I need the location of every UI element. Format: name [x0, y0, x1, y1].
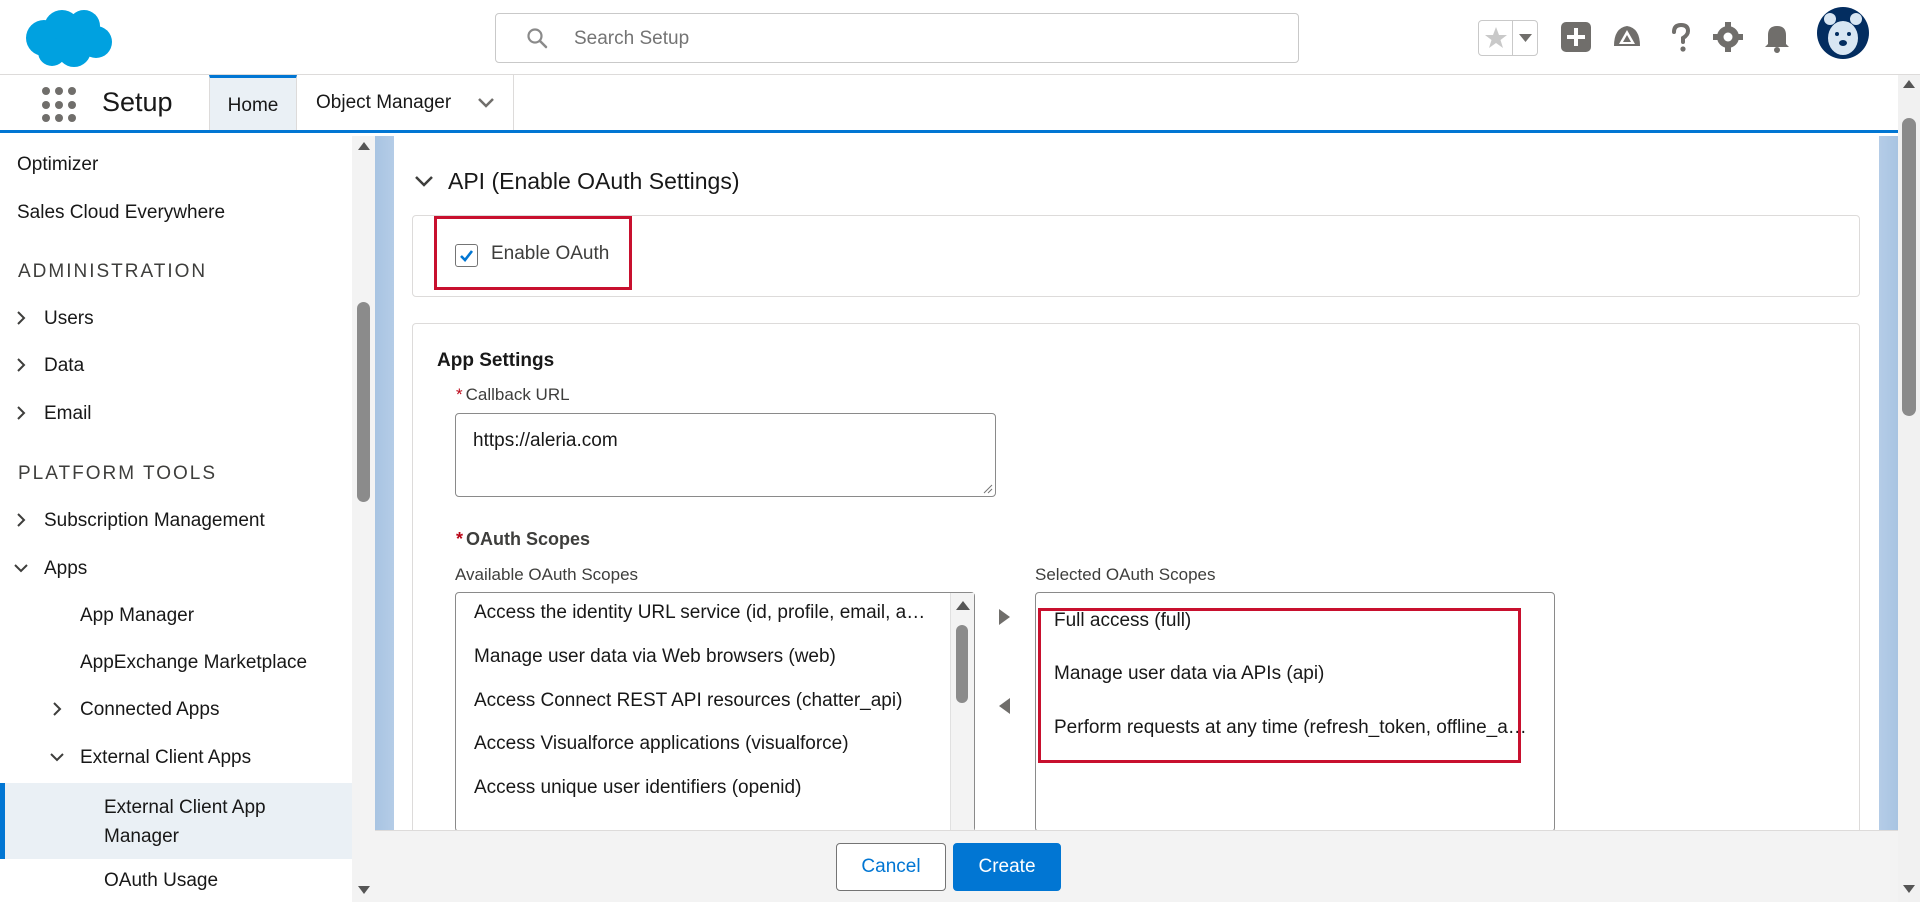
scrollbar-thumb[interactable] [357, 302, 370, 502]
favorites-button-group [1478, 20, 1538, 56]
search-icon [527, 28, 548, 49]
chevron-right-icon[interactable] [14, 358, 28, 372]
list-item[interactable]: Access Visualforce applications (visualf… [474, 733, 934, 755]
enable-oauth-checkbox[interactable] [455, 244, 478, 267]
selected-scopes-label: Selected OAuth Scopes [1035, 565, 1216, 584]
section-administration: ADMINISTRATION [18, 261, 208, 282]
sidebar-scrollbar[interactable] [352, 136, 375, 902]
checkmark-icon [460, 250, 474, 262]
chevron-down-icon[interactable] [477, 97, 495, 109]
required-asterisk: * [456, 385, 463, 404]
scroll-down-arrow-icon[interactable] [1903, 885, 1915, 893]
resize-grip-icon[interactable] [983, 484, 993, 494]
available-scopes-listbox[interactable]: Access the identity URL service (id, pro… [455, 592, 975, 832]
app-launcher-icon[interactable] [42, 87, 78, 123]
user-avatar[interactable] [1816, 6, 1870, 60]
page-scrollbar[interactable] [1898, 75, 1920, 902]
notification-bell-icon[interactable] [1760, 20, 1794, 54]
list-item[interactable]: Access the identity URL service (id, pro… [474, 602, 934, 624]
scroll-up-arrow-icon[interactable] [956, 601, 970, 610]
list-item[interactable]: Access unique user identifiers (openid) [474, 777, 934, 799]
chevron-down-icon[interactable] [14, 561, 28, 575]
gear-icon[interactable] [1711, 20, 1745, 54]
trailhead-icon[interactable] [1610, 20, 1644, 54]
required-asterisk: * [456, 529, 464, 549]
chevron-down-icon[interactable] [50, 750, 64, 764]
sidebar-item-users[interactable]: Users [44, 308, 375, 330]
app-settings-heading: App Settings [437, 350, 555, 371]
sidebar-item-data[interactable]: Data [44, 355, 375, 377]
setup-sidebar: Optimizer Sales Cloud Everywhere ADMINIS… [0, 136, 375, 902]
tab-home[interactable]: Home [209, 75, 297, 130]
search-placeholder: Search Setup [574, 28, 690, 49]
app-name: Setup [102, 87, 173, 117]
sidebar-item-connected-apps[interactable]: Connected Apps [80, 699, 375, 721]
chevron-down-icon[interactable] [1519, 33, 1532, 43]
section-title: API (Enable OAuth Settings) [448, 168, 740, 194]
footer-bar [375, 830, 1898, 902]
callback-url-label: * Callback URL [456, 385, 570, 404]
scrollbar-thumb[interactable] [1902, 118, 1916, 416]
sidebar-item-optimizer[interactable]: Optimizer [17, 154, 369, 176]
scroll-up-arrow-icon[interactable] [358, 142, 370, 150]
sidebar-item-external-client-app-manager[interactable]: External Client App Manager [104, 793, 304, 851]
global-header: Search Setup [0, 0, 1920, 75]
scroll-down-arrow-icon[interactable] [358, 886, 370, 894]
move-right-arrow-icon[interactable] [999, 609, 1010, 625]
enable-oauth-label[interactable]: Enable OAuth [491, 243, 609, 265]
sidebar-item-app-manager[interactable]: App Manager [80, 605, 375, 627]
oauth-scopes-label: * OAuth Scopes [456, 529, 591, 549]
search-setup-input[interactable]: Search Setup [495, 13, 1299, 63]
star-icon[interactable] [1483, 25, 1509, 51]
chevron-right-icon[interactable] [14, 311, 28, 325]
tab-object-manager[interactable]: Object Manager [298, 75, 514, 130]
create-button[interactable]: Create [953, 843, 1061, 891]
context-nav-bar: Setup Home Object Manager [0, 75, 1898, 133]
sidebar-item-appexchange-marketplace[interactable]: AppExchange Marketplace [80, 652, 375, 674]
list-item[interactable]: Access Connect REST API resources (chatt… [474, 690, 934, 712]
cancel-button[interactable]: Cancel [836, 843, 946, 891]
sidebar-item-subscription-management[interactable]: Subscription Management [44, 510, 375, 532]
sidebar-item-external-client-apps[interactable]: External Client Apps [80, 747, 375, 769]
section-platform-tools: PLATFORM TOOLS [18, 463, 218, 484]
scrollbar-thumb[interactable] [956, 625, 968, 703]
move-left-arrow-icon[interactable] [999, 698, 1010, 714]
scroll-up-arrow-icon[interactable] [1903, 80, 1915, 88]
add-icon[interactable] [1559, 20, 1593, 54]
chevron-right-icon[interactable] [14, 513, 28, 527]
sidebar-item-apps[interactable]: Apps [44, 558, 375, 580]
help-icon[interactable] [1664, 20, 1698, 54]
list-item[interactable]: Manage user data via Web browsers (web) [474, 646, 934, 668]
tab-object-manager-label: Object Manager [316, 92, 452, 113]
callback-url-value: https://aleria.com [473, 430, 618, 451]
sidebar-item-sales-cloud-everywhere[interactable]: Sales Cloud Everywhere [17, 202, 369, 224]
chevron-right-icon[interactable] [14, 406, 28, 420]
sidebar-item-email[interactable]: Email [44, 403, 375, 425]
chevron-right-icon[interactable] [50, 702, 64, 716]
highlight-box [1038, 608, 1521, 763]
salesforce-logo[interactable] [22, 8, 114, 70]
listbox-scrollbar[interactable] [950, 593, 974, 833]
divider [1512, 21, 1513, 55]
chevron-down-icon[interactable] [414, 174, 434, 188]
sidebar-item-oauth-usage[interactable]: OAuth Usage [104, 870, 375, 892]
available-scopes-label: Available OAuth Scopes [455, 565, 639, 584]
callback-url-textarea[interactable]: https://aleria.com [455, 413, 996, 497]
